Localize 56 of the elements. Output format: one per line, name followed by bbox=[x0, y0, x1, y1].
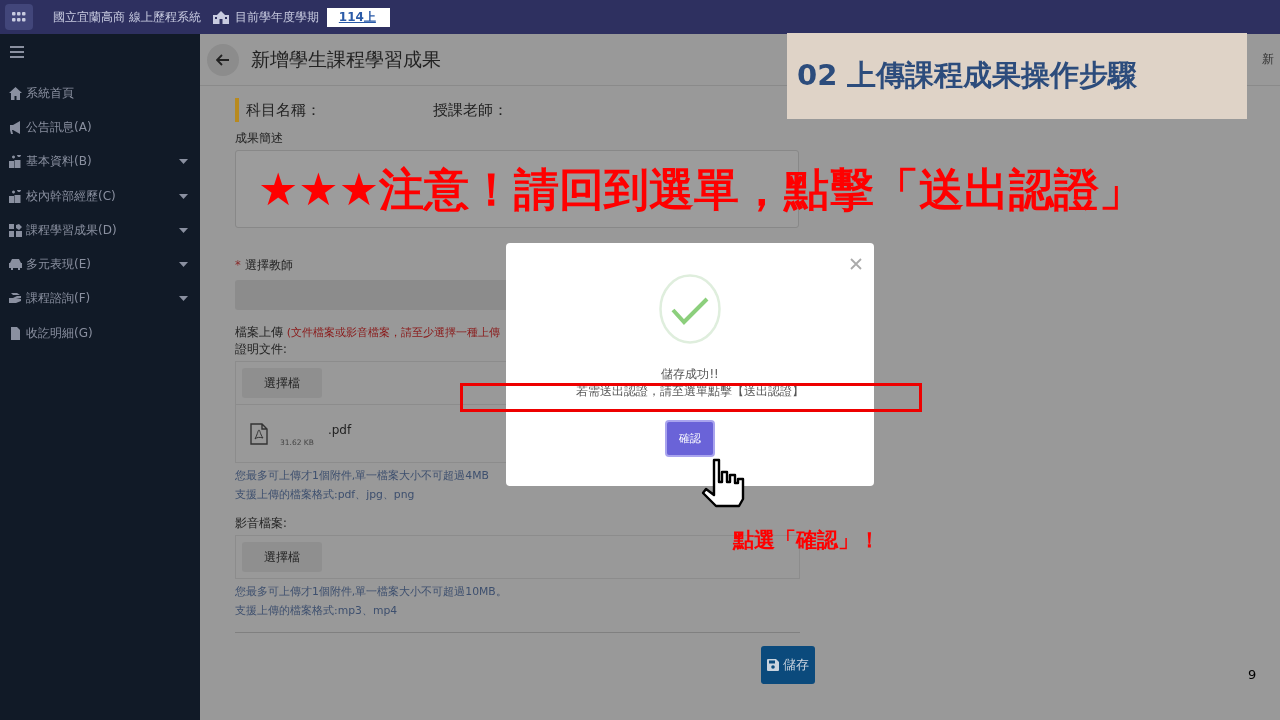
sidebar-item[interactable]: 系統首頁 bbox=[9, 76, 190, 111]
slide-title: 02 上傳課程成果操作步驟 bbox=[787, 33, 1247, 119]
back-button[interactable] bbox=[207, 43, 239, 76]
home-icon bbox=[9, 86, 22, 100]
apps-button[interactable] bbox=[5, 4, 33, 30]
puzzle-icon bbox=[9, 223, 22, 237]
upload-label: 檔案上傳 (文件檔案或影音檔案，請至少選擇一種上傳 bbox=[235, 325, 501, 341]
caret-icon bbox=[179, 296, 188, 302]
dialog-title: 儲存成功!! bbox=[661, 367, 719, 382]
pdf-file-icon bbox=[250, 422, 268, 445]
sidebar-item[interactable]: 收訖明細(G) bbox=[9, 316, 190, 351]
description-label: 成果簡述 bbox=[235, 131, 284, 147]
subject-label: 科目名稱： bbox=[246, 100, 322, 120]
confirm-button[interactable]: 確認 bbox=[665, 420, 715, 457]
sidebar-item[interactable]: 多元表現(E) bbox=[9, 247, 190, 282]
hand-icon bbox=[9, 292, 22, 306]
choose-file-button[interactable]: 選擇檔 bbox=[242, 542, 322, 572]
notice-text: ★★★注意！請回到選單，點擊「送出認證」 bbox=[258, 162, 1145, 218]
document-label: 證明文件: bbox=[235, 342, 288, 358]
file-name: .pdf bbox=[327, 422, 352, 437]
school-icon bbox=[212, 10, 229, 24]
required-mark: * bbox=[235, 258, 241, 274]
people-icon bbox=[9, 155, 22, 169]
sidebar-item[interactable]: 課程諮詢(F) bbox=[9, 281, 190, 317]
term-value: 114上 bbox=[326, 7, 390, 27]
grid-icon bbox=[12, 12, 26, 22]
sidebar-item[interactable]: 公告訊息(A) bbox=[9, 110, 190, 145]
page-number: 9 bbox=[1248, 667, 1257, 682]
system-title: 國立宜蘭高商 線上歷程系統 bbox=[53, 8, 201, 26]
page-title: 新增學生課程學習成果 bbox=[251, 46, 442, 72]
upload-hint: 您最多可上傳才1個附件,單一檔案大小不可超過10MB。 bbox=[235, 584, 508, 600]
teacher-select-label: 選擇教師 bbox=[244, 258, 293, 274]
choose-file-button[interactable]: 選擇檔 bbox=[242, 368, 322, 398]
megaphone-icon bbox=[9, 120, 22, 134]
upload-hint: 支援上傳的檔案格式:mp3、mp4 bbox=[235, 603, 399, 619]
sidebar-item[interactable]: 基本資料(B) bbox=[9, 144, 190, 179]
caret-icon bbox=[179, 227, 188, 233]
upload-hint: 支援上傳的檔案格式:pdf、jpg、png bbox=[235, 487, 416, 503]
sidebar-item[interactable]: 課程學習成果(D) bbox=[9, 213, 190, 248]
save-button[interactable]: 儲存 bbox=[761, 646, 815, 684]
upload-hint: 您最多可上傳才1個附件,單一檔案大小不可超過4MB bbox=[235, 468, 490, 484]
caret-icon bbox=[179, 262, 188, 268]
caret-icon bbox=[179, 159, 188, 165]
breadcrumb-link[interactable]: 新 bbox=[1262, 51, 1274, 68]
success-check-icon bbox=[659, 274, 721, 344]
teacher-label: 授課老師： bbox=[433, 100, 508, 120]
sidebar-item[interactable]: 校內幹部經歷(C) bbox=[9, 178, 190, 214]
media-label: 影音檔案: bbox=[235, 516, 288, 532]
back-arrow-icon bbox=[216, 53, 230, 66]
term-label: 目前學年度學期 bbox=[234, 8, 319, 26]
people-icon bbox=[9, 189, 22, 203]
caret-icon bbox=[179, 193, 188, 199]
file-icon bbox=[9, 326, 22, 340]
menu-icon[interactable] bbox=[10, 46, 24, 58]
car-icon bbox=[9, 258, 22, 272]
click-hint: 點選「確認」！ bbox=[733, 527, 880, 554]
